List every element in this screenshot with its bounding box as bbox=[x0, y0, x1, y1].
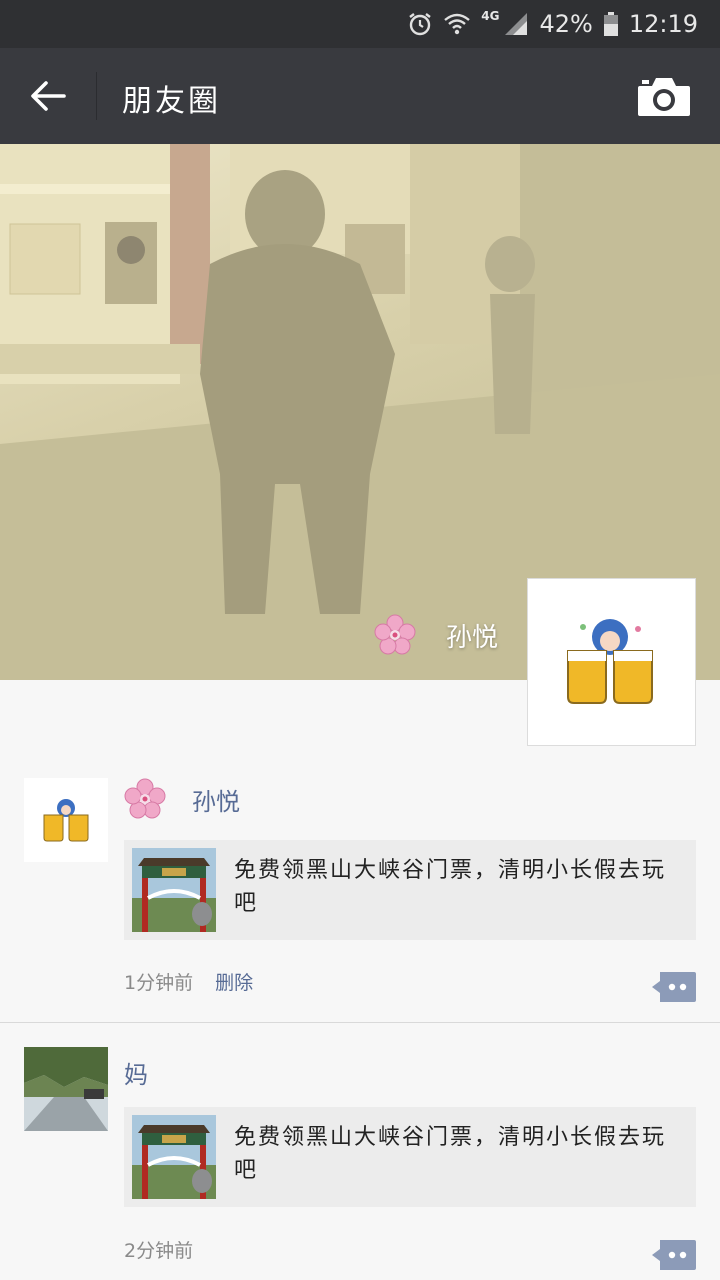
alarm-icon bbox=[409, 13, 432, 36]
title-bar: 朋友圈 bbox=[0, 48, 720, 144]
post-user-name[interactable]: 孙悦 bbox=[192, 782, 240, 817]
arrow-left-icon bbox=[31, 81, 66, 111]
battery-percent: 42% bbox=[539, 10, 593, 38]
cover-user-name: 孙悦 bbox=[446, 622, 499, 653]
cover-name-row: 孙悦 bbox=[374, 614, 498, 656]
clock: 12:19 bbox=[628, 10, 698, 38]
network-type: 4G bbox=[481, 9, 500, 23]
status-bar: 4G 42% 12:19 bbox=[0, 0, 720, 48]
shared-link-card[interactable]: 免费领黑山大峡谷门票，清明小长假去玩吧 bbox=[124, 840, 696, 940]
wifi-icon bbox=[444, 13, 471, 35]
post-avatar[interactable] bbox=[24, 1047, 108, 1131]
share-thumbnail bbox=[132, 1115, 216, 1199]
camera-button[interactable] bbox=[636, 74, 692, 118]
post-name-row: 孙悦 bbox=[124, 778, 240, 820]
comment-button[interactable] bbox=[652, 1240, 696, 1270]
avatar-image bbox=[24, 1047, 108, 1131]
flower-emoji-icon bbox=[374, 614, 416, 655]
post-name-row: 妈 bbox=[124, 1055, 148, 1090]
post-user-name[interactable]: 妈 bbox=[124, 1055, 148, 1090]
post-divider bbox=[0, 1022, 720, 1023]
post-meta: 1分钟前 删除 bbox=[124, 968, 253, 995]
page-title: 朋友圈 bbox=[122, 84, 221, 119]
comment-bubble-icon bbox=[652, 1240, 696, 1270]
signal-icon bbox=[505, 13, 528, 35]
back-button[interactable] bbox=[18, 68, 78, 124]
avatar-image bbox=[24, 778, 108, 862]
profile-avatar[interactable] bbox=[527, 578, 696, 746]
shared-link-card[interactable]: 免费领黑山大峡谷门票，清明小长假去玩吧 bbox=[124, 1107, 696, 1207]
gate-thumbnail-image bbox=[132, 1115, 216, 1199]
post-avatar[interactable] bbox=[24, 778, 108, 862]
share-title: 免费领黑山大峡谷门票，清明小长假去玩吧 bbox=[234, 858, 667, 916]
post-time: 1分钟前 bbox=[124, 972, 194, 994]
feed-post: 妈 免费领黑山大峡谷门票，清明小长假去玩吧 2分钟前 bbox=[0, 1047, 720, 1280]
share-title: 免费领黑山大峡谷门票，清明小长假去玩吧 bbox=[234, 1125, 667, 1183]
post-time: 2分钟前 bbox=[124, 1240, 194, 1262]
feed-post: 孙悦 免费领黑山大峡谷门票，清明小长假去玩吧 1分钟前 删除 bbox=[0, 778, 720, 1022]
share-thumbnail bbox=[132, 848, 216, 932]
post-meta: 2分钟前 bbox=[124, 1236, 193, 1263]
flower-emoji-icon bbox=[124, 778, 166, 819]
camera-icon bbox=[638, 78, 690, 116]
battery-icon bbox=[603, 12, 618, 36]
title-divider bbox=[96, 72, 97, 120]
delete-link[interactable]: 删除 bbox=[215, 968, 253, 995]
avatar-image bbox=[528, 579, 695, 745]
comment-button[interactable] bbox=[652, 972, 696, 1002]
gate-thumbnail-image bbox=[132, 848, 216, 932]
comment-bubble-icon bbox=[652, 972, 696, 1002]
